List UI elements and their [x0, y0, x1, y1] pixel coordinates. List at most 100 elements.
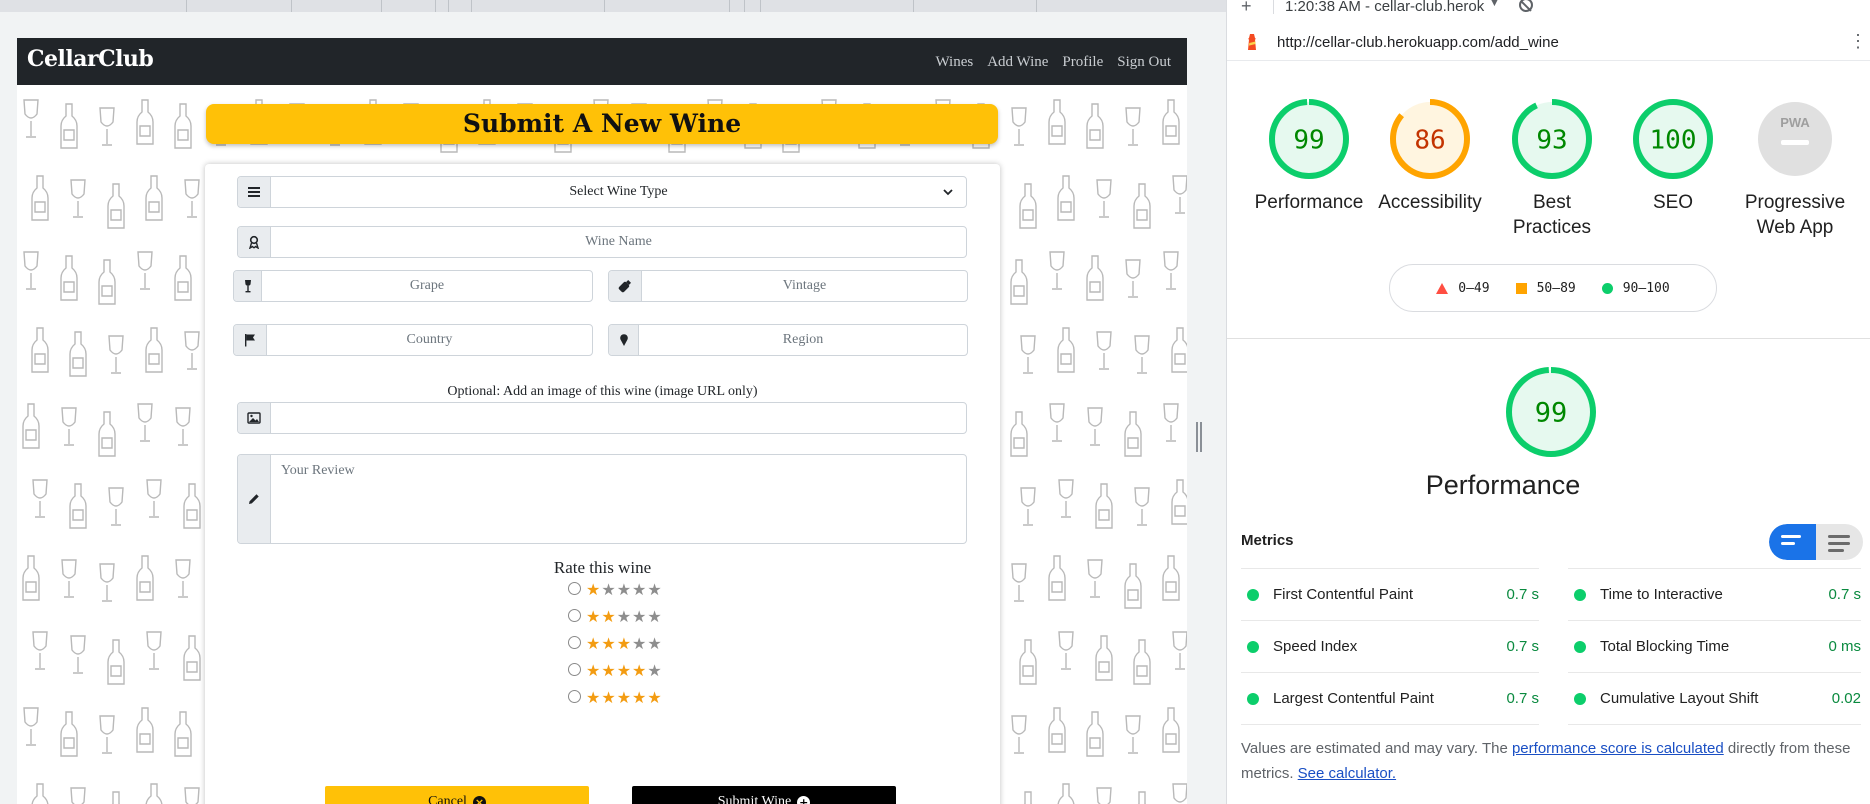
bottle-pattern-icon: [136, 99, 154, 145]
review-placeholder: Your Review: [281, 463, 355, 478]
pane-resize-handle[interactable]: [1196, 422, 1202, 452]
glass-pattern-icon: [108, 487, 124, 526]
glass-pattern-icon: [184, 331, 200, 370]
metric-largest-contentful-paint[interactable]: Largest Contentful Paint 0.7 s: [1241, 672, 1539, 724]
glass-pattern-icon: [146, 479, 162, 518]
bottle-pattern-icon: [183, 635, 201, 681]
bottle-pattern-icon: [174, 255, 192, 301]
pwa-badge-text: PWA: [1780, 115, 1810, 130]
bottle-pattern-icon: [1048, 707, 1066, 753]
vintage-placeholder: Vintage: [782, 278, 827, 293]
nav-sign-out[interactable]: Sign Out: [1117, 54, 1171, 71]
glass-pattern-icon: [1163, 403, 1179, 442]
more-vert-icon[interactable]: ⋮: [1849, 31, 1867, 52]
gauge-best-practices[interactable]: 93 Best Practices: [1492, 96, 1612, 240]
grape-placeholder: Grape: [409, 278, 445, 293]
nav-profile[interactable]: Profile: [1062, 54, 1103, 71]
rating-radio[interactable]: [568, 636, 581, 649]
page-title: Submit A New Wine: [206, 104, 998, 144]
bottle-pattern-icon: [111, 791, 121, 804]
glass-pattern-icon: [1125, 259, 1141, 298]
star-icon: ★: [632, 636, 647, 653]
metric-cumulative-layout-shift[interactable]: Cumulative Layout Shift 0.02: [1568, 672, 1861, 724]
gauge-seo[interactable]: 100 SEO: [1613, 96, 1733, 215]
region-input[interactable]: Region: [608, 324, 968, 356]
rating-option-5[interactable]: ★ ★ ★ ★ ★: [568, 690, 663, 708]
plus-circle-icon: +: [797, 795, 811, 804]
pass-circle-icon: [1574, 640, 1586, 653]
bottle-pattern-icon: [1162, 555, 1180, 601]
rating-option-2[interactable]: ★ ★ ★ ★ ★: [568, 609, 663, 627]
grape-input[interactable]: Grape: [233, 270, 593, 302]
glass-pattern-icon: [32, 631, 48, 670]
rating-radio[interactable]: [568, 663, 581, 676]
caret-down-icon[interactable]: ▼: [1489, 0, 1500, 9]
wine-type-select[interactable]: Select Wine Type: [237, 176, 967, 208]
star-icon: ★: [601, 663, 616, 680]
pass-circle-icon: [1247, 692, 1259, 705]
bottle-pattern-icon: [31, 327, 49, 373]
gauge-score: 93: [1536, 125, 1567, 155]
report-run-label[interactable]: 1:20:38 AM - cellar-club.herok: [1285, 0, 1484, 15]
metric-speed-index[interactable]: Speed Index 0.7 s: [1241, 620, 1539, 672]
report-url[interactable]: http://cellar-club.herokuapp.com/add_win…: [1277, 34, 1559, 51]
vintage-input[interactable]: Vintage: [608, 270, 968, 302]
review-textarea[interactable]: Your Review: [237, 454, 967, 544]
brand-logo[interactable]: CellarClub: [27, 46, 154, 72]
nav-wines[interactable]: Wines: [935, 54, 973, 71]
rating-radio[interactable]: [568, 609, 581, 622]
score-calculated-link[interactable]: performance score is calculated: [1512, 740, 1724, 757]
metric-time-to-interactive[interactable]: Time to Interactive 0.7 s: [1568, 568, 1861, 620]
glass-pattern-icon: [108, 335, 124, 374]
fail-triangle-icon: [1436, 282, 1449, 294]
gauge-performance[interactable]: 99 Performance: [1249, 96, 1369, 215]
metric-value: 0.7 s: [1506, 690, 1539, 707]
see-calculator-link[interactable]: See calculator.: [1298, 765, 1396, 782]
bottle-pattern-icon: [107, 639, 125, 685]
metric-value: 0.7 s: [1828, 586, 1861, 603]
clear-icon[interactable]: [1519, 0, 1533, 12]
glass-pattern-icon: [99, 715, 115, 754]
bottle-pattern-icon: [98, 259, 116, 305]
legend-pass-label: 90–100: [1622, 280, 1670, 296]
submit-wine-button[interactable]: Submit Wine +: [632, 786, 896, 804]
nav-add-wine[interactable]: Add Wine: [987, 54, 1048, 71]
rating-option-1[interactable]: ★ ★ ★ ★ ★: [568, 582, 663, 600]
bottle-pattern-icon: [1010, 259, 1028, 305]
cellarclub-page: CellarClub Wines Add Wine Profile Sign O…: [17, 38, 1187, 804]
plus-icon[interactable]: +: [1241, 0, 1252, 17]
wine-name-input[interactable]: Wine Name: [237, 226, 967, 258]
bottle-pattern-icon: [60, 103, 78, 149]
star-icon: ★: [601, 582, 616, 599]
glass-pattern-icon: [146, 631, 162, 670]
image-url-input[interactable]: [237, 402, 967, 434]
cancel-button[interactable]: Cancel ×: [325, 786, 589, 804]
star-icon: ★: [586, 636, 601, 653]
image-url-label: Optional: Add an image of this wine (ima…: [447, 384, 758, 399]
wine-bottle-icon: [609, 271, 642, 301]
add-wine-form: Select Wine Type Wine Name Grape Vintage…: [205, 164, 1000, 804]
gauge-progressive-web-app[interactable]: PWA Progressive Web App: [1735, 96, 1855, 240]
metric-total-blocking-time[interactable]: Total Blocking Time 0 ms: [1568, 620, 1861, 672]
country-input[interactable]: Country: [233, 324, 593, 356]
gauge-accessibility[interactable]: 86 Accessibility: [1370, 96, 1490, 215]
metric-value: 0.7 s: [1506, 586, 1539, 603]
metrics-view-toggle[interactable]: [1769, 524, 1863, 560]
rating-option-3[interactable]: ★ ★ ★ ★ ★: [568, 636, 663, 654]
glass-pattern-icon: [1172, 175, 1187, 214]
glass-pattern-icon: [99, 563, 115, 602]
metrics-title: Metrics: [1241, 532, 1294, 549]
metric-first-contentful-paint[interactable]: First Contentful Paint 0.7 s: [1241, 568, 1539, 620]
section-divider: [1227, 338, 1870, 339]
bottle-pattern-icon: [22, 555, 40, 601]
summary-lines-icon: [1781, 535, 1803, 549]
glass-pattern-icon: [70, 787, 86, 804]
rating-radio[interactable]: [568, 582, 581, 595]
rating-option-4[interactable]: ★ ★ ★ ★ ★: [568, 663, 663, 681]
bottle-pattern-icon: [136, 555, 154, 601]
gauge-score: 99: [1535, 398, 1568, 429]
glass-pattern-icon: [1172, 631, 1187, 670]
legend-pass: 90–100: [1601, 280, 1670, 296]
bottle-pattern-icon: [1124, 411, 1142, 457]
rating-radio[interactable]: [568, 690, 581, 703]
